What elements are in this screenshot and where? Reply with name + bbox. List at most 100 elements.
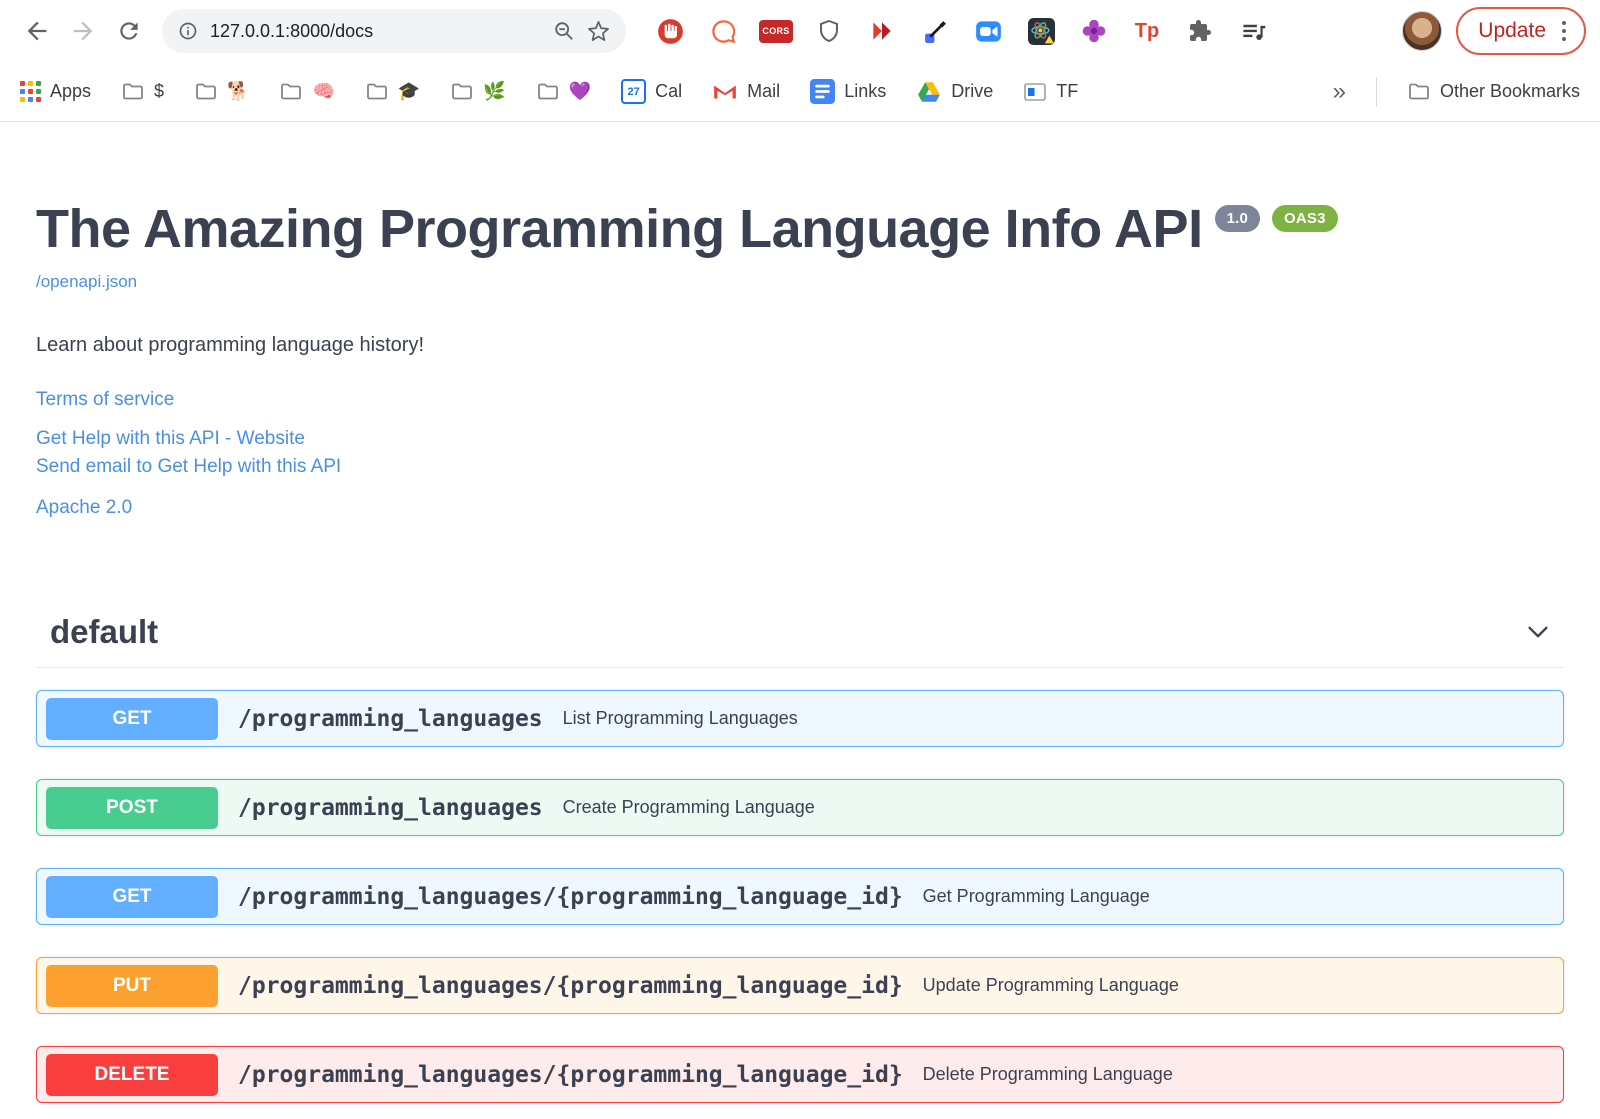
- bookmark-mail[interactable]: Mail: [712, 79, 780, 105]
- endpoint-row-put-update[interactable]: PUT /programming_languages/{programming_…: [36, 957, 1564, 1014]
- atom-icon[interactable]: [1027, 17, 1055, 45]
- folder-icon: [123, 83, 143, 99]
- red-arrow-icon[interactable]: [868, 17, 896, 45]
- bookmark-label: Links: [844, 81, 887, 101]
- reload-button[interactable]: [106, 8, 152, 54]
- tp-icon[interactable]: Tp: [1133, 17, 1161, 45]
- openapi-json-link[interactable]: /openapi.json: [36, 272, 137, 292]
- api-help-email-link[interactable]: Send email to Get Help with this API: [36, 453, 1564, 481]
- method-badge: POST: [46, 786, 218, 829]
- stop-hand-icon[interactable]: [656, 17, 684, 45]
- api-description: Learn about programming language history…: [36, 334, 425, 356]
- endpoint-summary: List Programming Languages: [562, 708, 798, 728]
- bookmarks-bar: Apps $ 🐕 🧠 🎓 🌿 💜 27 Cal Mail Links Drive: [0, 62, 1600, 122]
- bookmark-folder-1[interactable]: $: [121, 80, 164, 104]
- back-arrow-icon: [27, 21, 47, 41]
- api-help-website-link[interactable]: Get Help with this API - Website: [36, 425, 1564, 453]
- video-camera-icon[interactable]: [974, 17, 1002, 45]
- apps-grid-icon: [20, 81, 41, 102]
- endpoint-row-delete[interactable]: DELETE /programming_languages/{programmi…: [36, 1046, 1564, 1103]
- endpoint-row-post-create[interactable]: POST /programming_languages Create Progr…: [36, 779, 1564, 836]
- extensions-row: CORS Tp: [656, 17, 1267, 45]
- site-info-icon[interactable]: [178, 21, 198, 41]
- bookmark-folder-6[interactable]: 💜: [536, 80, 591, 104]
- bookmark-apps[interactable]: Apps: [20, 81, 91, 102]
- chevron-down-icon[interactable]: [1526, 620, 1550, 644]
- gmail-icon: [714, 85, 737, 98]
- address-bar[interactable]: 127.0.0.1:8000/docs: [162, 9, 626, 53]
- shield-icon[interactable]: [815, 17, 843, 45]
- bookmark-cal[interactable]: 27 Cal: [621, 79, 682, 104]
- endpoint-summary: Update Programming Language: [922, 975, 1179, 995]
- endpoint-row-get-list[interactable]: GET /programming_languages List Programm…: [36, 690, 1564, 747]
- folder-icon: [366, 83, 387, 99]
- bookmark-folder-5[interactable]: 🌿: [450, 80, 506, 104]
- avatar[interactable]: [1402, 11, 1443, 51]
- tf-icon: [1024, 82, 1047, 101]
- chat-bubble-icon[interactable]: [709, 17, 737, 45]
- forward-arrow-icon: [73, 21, 93, 41]
- eyedropper-icon[interactable]: [921, 17, 949, 45]
- puzzle-icon[interactable]: [1186, 17, 1214, 45]
- endpoint-path: /programming_languages/{programming_lang…: [238, 972, 903, 999]
- folder-icon: [1409, 83, 1429, 99]
- reload-icon: [120, 22, 138, 40]
- endpoint-row-get-one[interactable]: GET /programming_languages/{programming_…: [36, 868, 1564, 925]
- api-title-text: The Amazing Programming Language Info AP…: [36, 199, 1203, 259]
- default-section-header[interactable]: default: [36, 613, 1564, 668]
- update-label: Update: [1478, 19, 1546, 42]
- bookmark-label: 💜: [568, 81, 592, 101]
- bookmark-label: TF: [1056, 81, 1079, 101]
- swagger-page: The Amazing Programming Language Info AP…: [0, 198, 1600, 1103]
- endpoint-path: /programming_languages: [238, 794, 543, 821]
- playlist-icon[interactable]: [1239, 17, 1267, 45]
- other-bookmarks[interactable]: Other Bookmarks: [1407, 80, 1580, 104]
- bookmark-label: 🌿: [483, 81, 506, 101]
- method-badge: GET: [46, 875, 218, 918]
- links-icon: [810, 79, 836, 104]
- bookmark-drive[interactable]: Drive: [916, 79, 993, 105]
- terms-of-service-link[interactable]: Terms of service: [36, 389, 174, 411]
- back-button[interactable]: [14, 8, 60, 54]
- folder-icon: [281, 83, 302, 99]
- bookmark-links[interactable]: Links: [810, 79, 886, 104]
- bookmark-star-icon[interactable]: [587, 20, 610, 43]
- bookmark-label: Apps: [50, 81, 92, 101]
- browser-menu-icon[interactable]: [1558, 17, 1570, 45]
- endpoint-path: /programming_languages/{programming_lang…: [238, 1061, 903, 1088]
- oas3-badge: OAS3: [1272, 205, 1338, 232]
- bookmark-label: Drive: [951, 81, 994, 101]
- forward-button[interactable]: [60, 8, 106, 54]
- bookmark-label: Cal: [655, 81, 683, 101]
- contact-links: Get Help with this API - Website Send em…: [36, 425, 1564, 481]
- drive-icon: [918, 81, 941, 102]
- url-text: 127.0.0.1:8000/docs: [210, 20, 374, 41]
- bookmark-label: $: [154, 81, 165, 101]
- bookmark-label: Mail: [747, 81, 781, 101]
- bookmarks-overflow-chevron[interactable]: »: [1333, 78, 1346, 106]
- bookmark-label: 🧠: [312, 81, 335, 101]
- zoom-icon[interactable]: [553, 20, 575, 42]
- endpoint-path: /programming_languages/{programming_lang…: [238, 883, 903, 910]
- license-link[interactable]: Apache 2.0: [36, 497, 132, 519]
- folder-icon: [196, 83, 216, 99]
- cors-icon[interactable]: CORS: [759, 17, 793, 45]
- method-badge: GET: [46, 697, 218, 740]
- flower-icon[interactable]: [1080, 17, 1108, 45]
- other-bookmarks-label: Other Bookmarks: [1439, 81, 1580, 101]
- bookmark-tf[interactable]: TF: [1023, 80, 1078, 104]
- update-button[interactable]: Update: [1456, 7, 1586, 55]
- bookmark-folder-4[interactable]: 🎓: [365, 80, 420, 104]
- toolbar-right-group: Update: [1402, 7, 1586, 55]
- calendar-icon: 27: [621, 79, 647, 104]
- browser-toolbar: 127.0.0.1:8000/docs CORS Tp Update: [0, 0, 1600, 62]
- method-badge: PUT: [46, 964, 218, 1007]
- bookmarks-separator: [1375, 76, 1377, 107]
- page-title: The Amazing Programming Language Info AP…: [36, 198, 1564, 260]
- method-badge: DELETE: [46, 1053, 218, 1096]
- bookmark-label: 🎓: [397, 81, 421, 101]
- bookmark-folder-3[interactable]: 🧠: [279, 80, 335, 104]
- endpoint-summary: Get Programming Language: [922, 886, 1150, 906]
- bookmark-folder-2[interactable]: 🐕: [194, 80, 249, 104]
- folder-icon: [452, 83, 473, 99]
